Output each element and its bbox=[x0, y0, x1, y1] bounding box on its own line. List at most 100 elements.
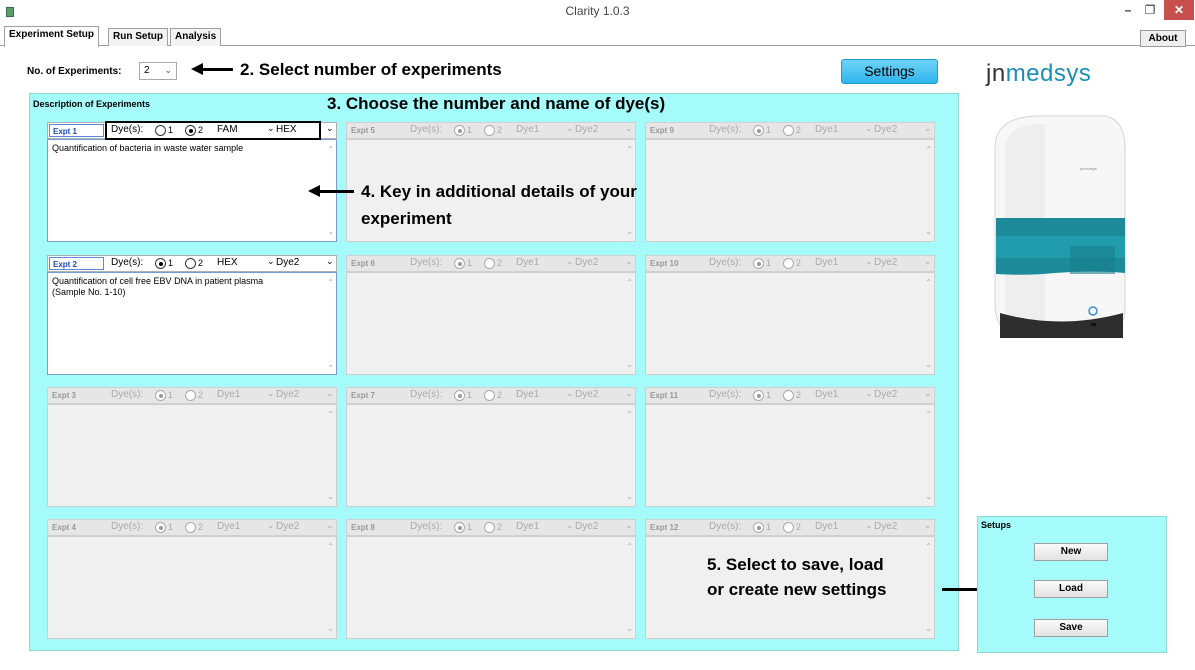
dye2-select[interactable]: Dye2 bbox=[276, 389, 326, 400]
dye-count-radio-1[interactable] bbox=[155, 258, 166, 269]
settings-button[interactable]: Settings bbox=[841, 59, 938, 84]
dye-count-radio-2[interactable] bbox=[484, 390, 495, 401]
num-experiments-select[interactable]: 2 ⌄ bbox=[139, 62, 177, 80]
experiment-name-field[interactable]: Expt 10 bbox=[647, 257, 702, 270]
dye1-select[interactable]: Dye1 bbox=[516, 124, 570, 135]
dye-count-radio-1[interactable] bbox=[155, 390, 166, 401]
dye1-select[interactable]: HEX bbox=[217, 257, 271, 268]
experiment-details-textarea[interactable]: ⌃ ⌄ bbox=[47, 536, 337, 639]
scroll-down-icon[interactable]: ⌄ bbox=[626, 359, 633, 370]
dye1-select[interactable]: Dye1 bbox=[516, 521, 570, 532]
dye-count-radio-2[interactable] bbox=[484, 522, 495, 533]
experiment-name-field[interactable]: Expt 9 bbox=[647, 124, 702, 137]
dye2-select[interactable]: Dye2 bbox=[874, 521, 924, 532]
dye-count-radio-2[interactable] bbox=[185, 258, 196, 269]
dye1-select[interactable]: Dye1 bbox=[217, 521, 271, 532]
dye-count-radio-2[interactable] bbox=[783, 522, 794, 533]
dye-count-radio-2[interactable] bbox=[484, 125, 495, 136]
experiment-name-field[interactable]: Expt 3 bbox=[49, 389, 104, 402]
dye2-select[interactable]: Dye2 bbox=[276, 521, 326, 532]
experiment-name-field[interactable]: Expt 2 bbox=[49, 257, 104, 270]
dye-count-radio-1[interactable] bbox=[753, 522, 764, 533]
experiment-details-textarea[interactable]: ⌃ ⌄ bbox=[645, 272, 935, 375]
experiment-details-textarea[interactable]: ⌃ ⌄ bbox=[346, 536, 636, 639]
dye1-select[interactable]: Dye1 bbox=[815, 389, 869, 400]
experiment-details-textarea[interactable]: ⌃ ⌄ bbox=[346, 404, 636, 507]
experiment-name-field[interactable]: Expt 8 bbox=[348, 521, 403, 534]
dye-count-radio-2[interactable] bbox=[783, 258, 794, 269]
experiment-details-textarea[interactable]: ⌃ ⌄ bbox=[47, 404, 337, 507]
dye-count-radio-1[interactable] bbox=[155, 522, 166, 533]
scroll-up-icon[interactable]: ⌃ bbox=[925, 409, 932, 420]
scroll-up-icon[interactable]: ⌃ bbox=[626, 409, 633, 420]
scroll-up-icon[interactable]: ⌃ bbox=[327, 409, 334, 420]
scroll-down-icon[interactable]: ⌄ bbox=[626, 623, 633, 634]
experiment-details-textarea[interactable]: Quantification of bacteria in waste wate… bbox=[47, 139, 337, 242]
dye-count-radio-2[interactable] bbox=[185, 390, 196, 401]
scroll-up-icon[interactable]: ⌃ bbox=[626, 541, 633, 552]
dye-count-radio-1[interactable] bbox=[753, 258, 764, 269]
experiment-details-textarea[interactable]: Quantification of cell free EBV DNA in p… bbox=[47, 272, 337, 375]
scroll-up-icon[interactable]: ⌃ bbox=[925, 541, 932, 552]
experiment-name-field[interactable]: Expt 6 bbox=[348, 257, 403, 270]
tab-analysis[interactable]: Analysis bbox=[170, 28, 222, 46]
dye-count-radio-2[interactable] bbox=[783, 125, 794, 136]
experiment-name-field[interactable]: Expt 12 bbox=[647, 521, 702, 534]
dye-count-radio-2[interactable] bbox=[185, 522, 196, 533]
dye-count-radio-1[interactable] bbox=[454, 258, 465, 269]
dye2-select[interactable]: Dye2 bbox=[276, 257, 326, 268]
dye2-select[interactable]: Dye2 bbox=[575, 521, 625, 532]
dye-count-radio-1[interactable] bbox=[454, 390, 465, 401]
dye2-select[interactable]: Dye2 bbox=[874, 124, 924, 135]
load-button[interactable]: Load bbox=[1034, 580, 1108, 598]
restore-button[interactable]: ❐ bbox=[1140, 0, 1160, 20]
scroll-down-icon[interactable]: ⌄ bbox=[626, 491, 633, 502]
experiment-details-textarea[interactable]: ⌃ ⌄ bbox=[645, 139, 935, 242]
scroll-up-icon[interactable]: ⌃ bbox=[925, 144, 932, 155]
scroll-up-icon[interactable]: ⌃ bbox=[327, 277, 334, 288]
dye2-select[interactable]: Dye2 bbox=[575, 257, 625, 268]
experiment-name-field[interactable]: Expt 1 bbox=[49, 124, 104, 137]
experiment-details-textarea[interactable]: ⌃ ⌄ bbox=[645, 404, 935, 507]
dye-count-radio-2[interactable] bbox=[783, 390, 794, 401]
dye1-select[interactable]: Dye1 bbox=[815, 257, 869, 268]
experiment-name-field[interactable]: Expt 5 bbox=[348, 124, 403, 137]
scroll-down-icon[interactable]: ⌄ bbox=[327, 623, 334, 634]
scroll-down-icon[interactable]: ⌄ bbox=[327, 359, 334, 370]
experiment-name-field[interactable]: Expt 4 bbox=[49, 521, 104, 534]
scroll-down-icon[interactable]: ⌄ bbox=[626, 226, 633, 237]
scroll-down-icon[interactable]: ⌄ bbox=[925, 226, 932, 237]
experiment-details-textarea[interactable]: ⌃ ⌄ bbox=[346, 272, 636, 375]
dye-count-radio-2[interactable] bbox=[484, 258, 495, 269]
scroll-up-icon[interactable]: ⌃ bbox=[626, 277, 633, 288]
scroll-up-icon[interactable]: ⌃ bbox=[327, 541, 334, 552]
dye-count-radio-1[interactable] bbox=[753, 125, 764, 136]
dye1-select[interactable]: Dye1 bbox=[516, 257, 570, 268]
dye2-select[interactable]: Dye2 bbox=[874, 257, 924, 268]
scroll-down-icon[interactable]: ⌄ bbox=[925, 623, 932, 634]
scroll-down-icon[interactable]: ⌄ bbox=[925, 491, 932, 502]
close-button[interactable]: ✕ bbox=[1164, 0, 1194, 20]
dye1-select[interactable]: Dye1 bbox=[217, 389, 271, 400]
dye-count-radio-1[interactable] bbox=[454, 125, 465, 136]
experiment-name-field[interactable]: Expt 7 bbox=[348, 389, 403, 402]
tab-run-setup[interactable]: Run Setup bbox=[108, 28, 168, 46]
new-button[interactable]: New bbox=[1034, 543, 1108, 561]
scroll-up-icon[interactable]: ⌃ bbox=[626, 144, 633, 155]
dye2-select[interactable]: Dye2 bbox=[874, 389, 924, 400]
dye2-select[interactable]: Dye2 bbox=[575, 124, 625, 135]
scroll-down-icon[interactable]: ⌄ bbox=[327, 491, 334, 502]
experiment-name-field[interactable]: Expt 11 bbox=[647, 389, 702, 402]
scroll-up-icon[interactable]: ⌃ bbox=[327, 144, 334, 155]
dye1-select[interactable]: Dye1 bbox=[815, 521, 869, 532]
dye-count-radio-1[interactable] bbox=[753, 390, 764, 401]
about-button[interactable]: About bbox=[1140, 30, 1186, 47]
scroll-up-icon[interactable]: ⌃ bbox=[925, 277, 932, 288]
save-button[interactable]: Save bbox=[1034, 619, 1108, 637]
dye-count-radio-1[interactable] bbox=[454, 522, 465, 533]
tab-experiment-setup[interactable]: Experiment Setup bbox=[4, 26, 100, 47]
scroll-down-icon[interactable]: ⌄ bbox=[327, 226, 334, 237]
minimize-button[interactable]: – bbox=[1118, 0, 1138, 20]
dye2-select[interactable]: Dye2 bbox=[575, 389, 625, 400]
dye1-select[interactable]: Dye1 bbox=[516, 389, 570, 400]
